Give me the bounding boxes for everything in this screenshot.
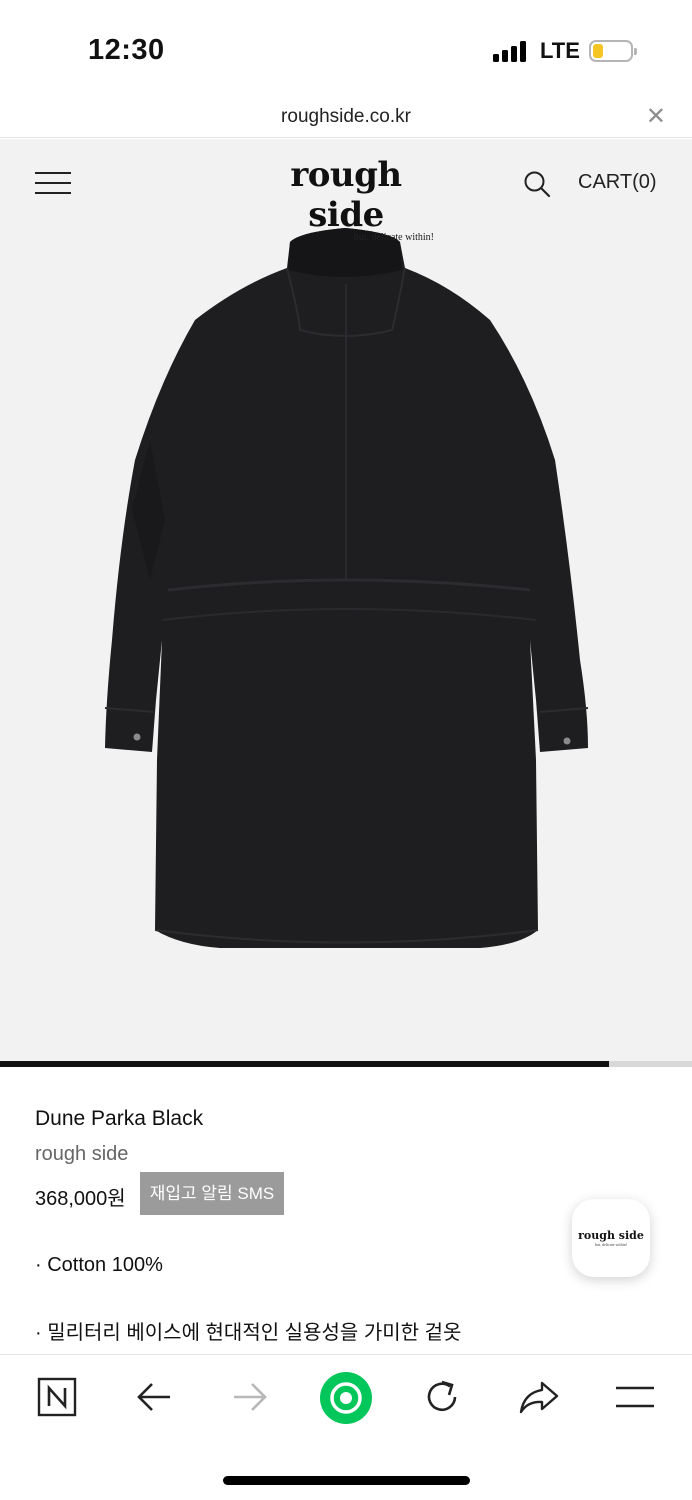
- description-line: · 밀리터리 베이스에 현대적인 실용성을 가미한 겉옷: [35, 1322, 462, 1344]
- product-brand[interactable]: rough side: [35, 1143, 128, 1166]
- floating-logo-text: rough side: [578, 1229, 644, 1242]
- hamburger-menu-icon[interactable]: [35, 172, 71, 194]
- battery-icon: [589, 40, 637, 62]
- network-type: LTE: [540, 38, 580, 63]
- green-dot-icon[interactable]: [319, 1371, 373, 1425]
- cart-link[interactable]: CART(0): [578, 171, 657, 194]
- status-time: 12:30: [88, 34, 165, 66]
- signal-icon: [493, 40, 529, 62]
- share-icon[interactable]: [518, 1377, 560, 1417]
- gallery-progress-fill: [0, 1061, 609, 1067]
- url-bar[interactable]: roughside.co.kr ✕: [0, 96, 692, 138]
- restock-sms-button[interactable]: 재입고 알림 SMS: [140, 1172, 284, 1215]
- logo-text: rough side: [290, 155, 402, 235]
- close-icon[interactable]: ✕: [646, 102, 666, 131]
- forward-arrow-icon[interactable]: [232, 1381, 268, 1413]
- status-bar: 12:30 LTE: [0, 0, 692, 96]
- reload-icon[interactable]: [422, 1377, 462, 1417]
- menu-icon[interactable]: [614, 1385, 656, 1409]
- product-name: Dune Parka Black: [35, 1107, 204, 1130]
- product-price: 368,000원: [35, 1188, 126, 1210]
- home-indicator[interactable]: [223, 1476, 470, 1485]
- back-arrow-icon[interactable]: [136, 1381, 172, 1413]
- site-logo[interactable]: rough side but, delicate within!: [250, 155, 442, 243]
- description-line: · Cotton 100%: [35, 1254, 163, 1276]
- product-image[interactable]: [0, 139, 692, 1061]
- url-text[interactable]: roughside.co.kr: [0, 106, 692, 128]
- floating-logo-tagline: but, delicate within!: [594, 1242, 628, 1247]
- gallery-progress: [0, 1061, 692, 1067]
- naver-home-icon[interactable]: [37, 1377, 77, 1417]
- parka-image: [104, 228, 589, 948]
- search-icon[interactable]: [523, 170, 551, 198]
- floating-brand-button[interactable]: rough side but, delicate within!: [572, 1199, 650, 1277]
